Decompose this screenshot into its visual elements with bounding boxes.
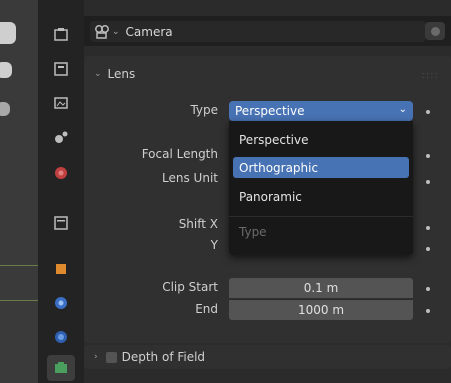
menu-divider — [229, 216, 413, 217]
chevron-down-icon[interactable]: ⌄ — [112, 27, 120, 37]
properties-panel: ⌄ Camera ⌄ Lens :::: Type Focal Length L… — [84, 0, 451, 383]
type-label: Type — [190, 103, 218, 117]
camera-name: Camera — [125, 24, 173, 39]
drag-handle-icon[interactable]: :::: — [422, 70, 439, 81]
properties-tab-column — [38, 0, 85, 383]
animate-property-dot[interactable] — [426, 287, 430, 291]
render-icon — [54, 62, 68, 76]
tool-icon — [54, 28, 68, 41]
shift-y-label: Y — [210, 238, 218, 252]
output-tab[interactable] — [47, 90, 75, 116]
clip-start-label: Clip Start — [162, 280, 218, 294]
depth-of-field-title: Depth of Field — [121, 350, 206, 364]
chevron-right-icon: › — [94, 352, 98, 362]
viewport-gizmo — [0, 22, 16, 44]
object-icon — [56, 264, 66, 274]
world-tab[interactable] — [47, 210, 75, 236]
clip-start-field[interactable]: 0.1 m — [229, 278, 413, 298]
viewport-gizmo — [0, 102, 10, 116]
menu-item-label: Orthographic — [239, 160, 319, 175]
menu-item-panoramic[interactable]: Panoramic — [233, 186, 409, 207]
object-tab[interactable] — [47, 256, 75, 282]
pin-icon — [430, 26, 440, 36]
depth-of-field-panel[interactable]: › Depth of Field — [84, 345, 451, 369]
world-icon — [54, 216, 68, 230]
scene-tab[interactable] — [47, 160, 75, 186]
lens-unit-label: Lens Unit — [162, 171, 218, 185]
physics-icon — [55, 297, 67, 309]
tool-tab[interactable] — [47, 22, 75, 48]
lens-header[interactable]: ⌄ Lens :::: — [84, 62, 451, 86]
properties-header: ⌄ Camera — [84, 16, 451, 46]
constraints-tab[interactable] — [47, 324, 75, 350]
lens-title: Lens — [107, 67, 136, 81]
viewport-strip[interactable] — [0, 0, 38, 383]
output-icon — [54, 97, 68, 109]
menu-item-label: Panoramic — [239, 189, 302, 204]
data-icon — [55, 362, 67, 373]
clip-end-label: End — [195, 302, 218, 316]
view-layer-icon — [55, 131, 68, 143]
animate-property-dot[interactable] — [426, 110, 430, 114]
constraints-icon — [55, 331, 67, 343]
viewport-grid-line — [0, 265, 38, 266]
viewport-gizmo — [0, 62, 12, 78]
clip-end-field[interactable]: 1000 m — [229, 299, 413, 320]
animate-property-dot[interactable] — [426, 180, 430, 184]
type-select-value: Perspective — [235, 104, 305, 118]
scene-icon — [55, 167, 67, 179]
chevron-down-icon: ⌄ — [398, 104, 407, 115]
type-dropdown-menu: Perspective Orthographic Panoramic Type — [229, 121, 413, 255]
menu-item-label: Perspective — [239, 132, 309, 147]
data-name-field[interactable]: ⌄ Camera — [90, 21, 426, 42]
animate-property-dot[interactable] — [426, 226, 430, 230]
shift-x-label: Shift X — [178, 217, 218, 231]
camera-icon — [95, 24, 109, 39]
menu-item-perspective[interactable]: Perspective — [233, 129, 409, 150]
depth-of-field-checkbox[interactable] — [105, 351, 117, 363]
animate-property-dot[interactable] — [426, 154, 430, 158]
animate-property-dot[interactable] — [426, 309, 430, 313]
render-tab[interactable] — [47, 56, 75, 82]
chevron-down-icon: ⌄ — [94, 69, 102, 79]
menu-item-orthographic[interactable]: Orthographic — [233, 157, 409, 178]
type-select[interactable]: Perspective ⌄ — [229, 101, 413, 121]
animate-property-dot[interactable] — [426, 247, 430, 251]
pin-button[interactable] — [425, 22, 445, 40]
data-tab[interactable] — [47, 355, 75, 381]
dropdown-title: Type — [239, 225, 267, 239]
focal-length-label: Focal Length — [141, 147, 218, 161]
viewport-grid-line — [0, 300, 38, 301]
view-layer-tab[interactable] — [47, 124, 75, 150]
physics-tab[interactable] — [47, 290, 75, 316]
